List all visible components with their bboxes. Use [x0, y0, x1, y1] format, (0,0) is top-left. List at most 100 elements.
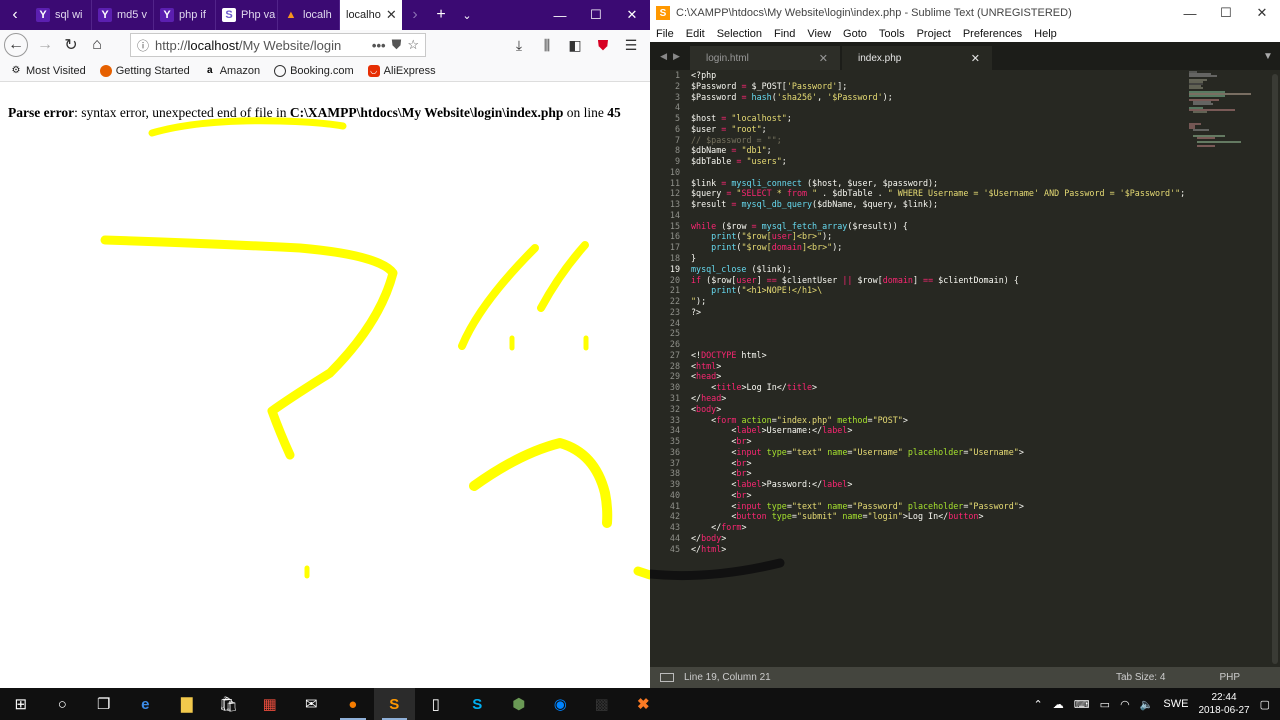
close-icon[interactable]: ✕ — [1244, 5, 1280, 21]
minimize-icon[interactable]: — — [542, 0, 578, 30]
info-icon[interactable]: ⓘ — [137, 37, 149, 54]
tab-scroll-left-icon[interactable]: ‹ — [0, 0, 30, 30]
menu-goto[interactable]: Goto — [843, 28, 867, 40]
editor-tab[interactable]: login.html ✕ — [690, 46, 840, 70]
browser-tab[interactable]: S Php va — [216, 0, 278, 30]
close-tab-icon[interactable]: ✕ — [386, 7, 397, 23]
menu-tools[interactable]: Tools — [879, 28, 905, 40]
browser-tab-active[interactable]: localho ✕ — [340, 0, 402, 30]
battery-icon[interactable]: ▭ — [1100, 698, 1110, 711]
tab-label: localh — [303, 9, 332, 21]
network-icon[interactable]: ⌨ — [1074, 698, 1090, 711]
editor-tab-active[interactable]: index.php ✕ — [842, 46, 992, 70]
forward-icon[interactable]: → — [32, 32, 58, 58]
back-icon[interactable]: ← — [4, 33, 28, 57]
bookmark-star-icon[interactable]: ☆ — [407, 37, 419, 53]
bookmark-label: Most Visited — [26, 64, 86, 77]
menu-icon[interactable]: ☰ — [618, 37, 644, 54]
bookmark-label: Amazon — [219, 64, 261, 77]
sidebar-icon[interactable]: ◧ — [562, 37, 588, 54]
downloads-icon[interactable]: ⤓ — [506, 37, 532, 54]
tab-label: php if — [179, 9, 206, 21]
menu-project[interactable]: Project — [917, 28, 951, 40]
skype-icon[interactable]: S — [457, 688, 499, 720]
scribble-strokes — [100, 117, 650, 580]
dark-scribble-mark — [650, 558, 785, 581]
chevron-down-icon[interactable]: ⌄ — [454, 0, 480, 30]
menu-help[interactable]: Help — [1034, 28, 1057, 40]
panel-toggle-icon[interactable] — [660, 673, 674, 682]
page-actions-icon[interactable]: ••• — [372, 38, 386, 53]
close-tab-icon[interactable]: ✕ — [971, 52, 980, 65]
document-icon[interactable]: ▯ — [415, 688, 457, 720]
minimize-icon[interactable]: — — [1172, 5, 1208, 21]
bookmark-booking[interactable]: Booking.com — [274, 64, 354, 77]
close-icon[interactable]: ✕ — [614, 0, 650, 30]
bookmark-most-visited[interactable]: ⚙ Most Visited — [10, 65, 86, 77]
tab-right-icon[interactable]: ▶ — [673, 51, 680, 62]
browser-tab[interactable]: ▲ localh — [278, 0, 340, 30]
tab-label: localho — [346, 9, 381, 21]
editor-tab-label: login.html — [706, 52, 749, 64]
tab-size[interactable]: Tab Size: 4 — [1116, 672, 1165, 683]
browser-tab[interactable]: Y sql wi — [30, 0, 92, 30]
windows-start-icon[interactable]: ⊞ — [0, 688, 42, 720]
pocket-icon[interactable]: ⛊ — [392, 37, 402, 53]
messenger-icon[interactable]: ◉ — [540, 688, 582, 720]
pocket-icon[interactable]: ⛊ — [590, 37, 616, 54]
menu-edit[interactable]: Edit — [686, 28, 705, 40]
tab-scroll-right-icon[interactable]: › — [402, 0, 428, 30]
menu-preferences[interactable]: Preferences — [963, 28, 1022, 40]
gift-icon[interactable]: ▦ — [249, 688, 291, 720]
store-icon[interactable]: 🛍 — [208, 688, 250, 720]
calculator-icon[interactable]: ▩ — [581, 688, 623, 720]
menu-selection[interactable]: Selection — [717, 28, 762, 40]
page-content: Parse error: syntax error, unexpected en… — [0, 83, 650, 688]
volume-icon[interactable]: 🔈 — [1140, 698, 1154, 711]
bookmark-label: AliExpress — [383, 64, 436, 77]
php-icon: S — [222, 8, 236, 22]
cortana-icon[interactable]: ○ — [42, 688, 84, 720]
file-explorer-icon[interactable]: ▇ — [166, 688, 208, 720]
app-icon[interactable]: ⬢ — [498, 688, 540, 720]
cloud-icon[interactable]: ☁ — [1053, 698, 1064, 711]
home-icon[interactable]: ⌂ — [84, 32, 110, 58]
tab-left-icon[interactable]: ◀ — [660, 51, 667, 62]
clock[interactable]: 22:44 2018-06-27 — [1198, 691, 1249, 717]
wifi-icon[interactable]: ◠ — [1120, 698, 1130, 711]
yellow-scribble-drawing — [100, 117, 650, 580]
notifications-icon[interactable]: ▢ — [1260, 698, 1270, 711]
menu-find[interactable]: Find — [774, 28, 795, 40]
mail-icon[interactable]: ✉ — [291, 688, 333, 720]
yahoo-icon: Y — [98, 8, 112, 22]
library-icon[interactable]: ⫼ — [534, 37, 560, 54]
menu-file[interactable]: File — [656, 28, 674, 40]
gear-icon: ⚙ — [11, 65, 21, 76]
url-text[interactable]: http://localhost/My Website/login — [155, 38, 366, 53]
sublime-text-icon[interactable]: S — [373, 688, 415, 720]
close-tab-icon[interactable]: ✕ — [819, 52, 828, 65]
maximize-icon[interactable]: ☐ — [578, 0, 614, 30]
xampp-icon[interactable]: ✖ — [623, 688, 665, 720]
url-bar[interactable]: ⓘ http://localhost/My Website/login ••• … — [130, 33, 426, 57]
browser-tab[interactable]: Y md5 v — [92, 0, 154, 30]
input-language[interactable]: SWE — [1163, 698, 1188, 710]
bookmark-amazon[interactable]: a Amazon — [204, 65, 260, 77]
bookmark-aliexpress[interactable]: ◡ AliExpress — [367, 64, 436, 77]
code-editor[interactable]: 1 2 3 4 5 6 7 8 9 10 11 12 13 14 15 16 17 18 19 20 21 22 23 24 2… — [650, 70, 1280, 667]
edge-icon[interactable]: e — [125, 688, 167, 720]
reload-icon[interactable]: ↻ — [58, 32, 84, 58]
tab-list-dropdown-icon[interactable]: ▼ — [1256, 42, 1280, 70]
sublime-menu-bar: File Edit Selection Find View Goto Tools… — [650, 26, 1280, 42]
chevron-up-icon[interactable]: ⌃ — [1034, 698, 1043, 711]
menu-view[interactable]: View — [807, 28, 831, 40]
maximize-icon[interactable]: ☐ — [1208, 5, 1244, 21]
bookmark-getting-started[interactable]: Getting Started — [99, 64, 190, 77]
bookmarks-toolbar: ⚙ Most Visited Getting Started a Amazon … — [0, 60, 650, 82]
yahoo-icon: Y — [160, 8, 174, 22]
firefox-icon[interactable]: ● — [332, 688, 374, 720]
new-tab-icon[interactable]: + — [428, 0, 454, 30]
task-view-icon[interactable]: ❐ — [83, 688, 125, 720]
browser-tab[interactable]: Y php if — [154, 0, 216, 30]
syntax-mode[interactable]: PHP — [1219, 672, 1240, 683]
